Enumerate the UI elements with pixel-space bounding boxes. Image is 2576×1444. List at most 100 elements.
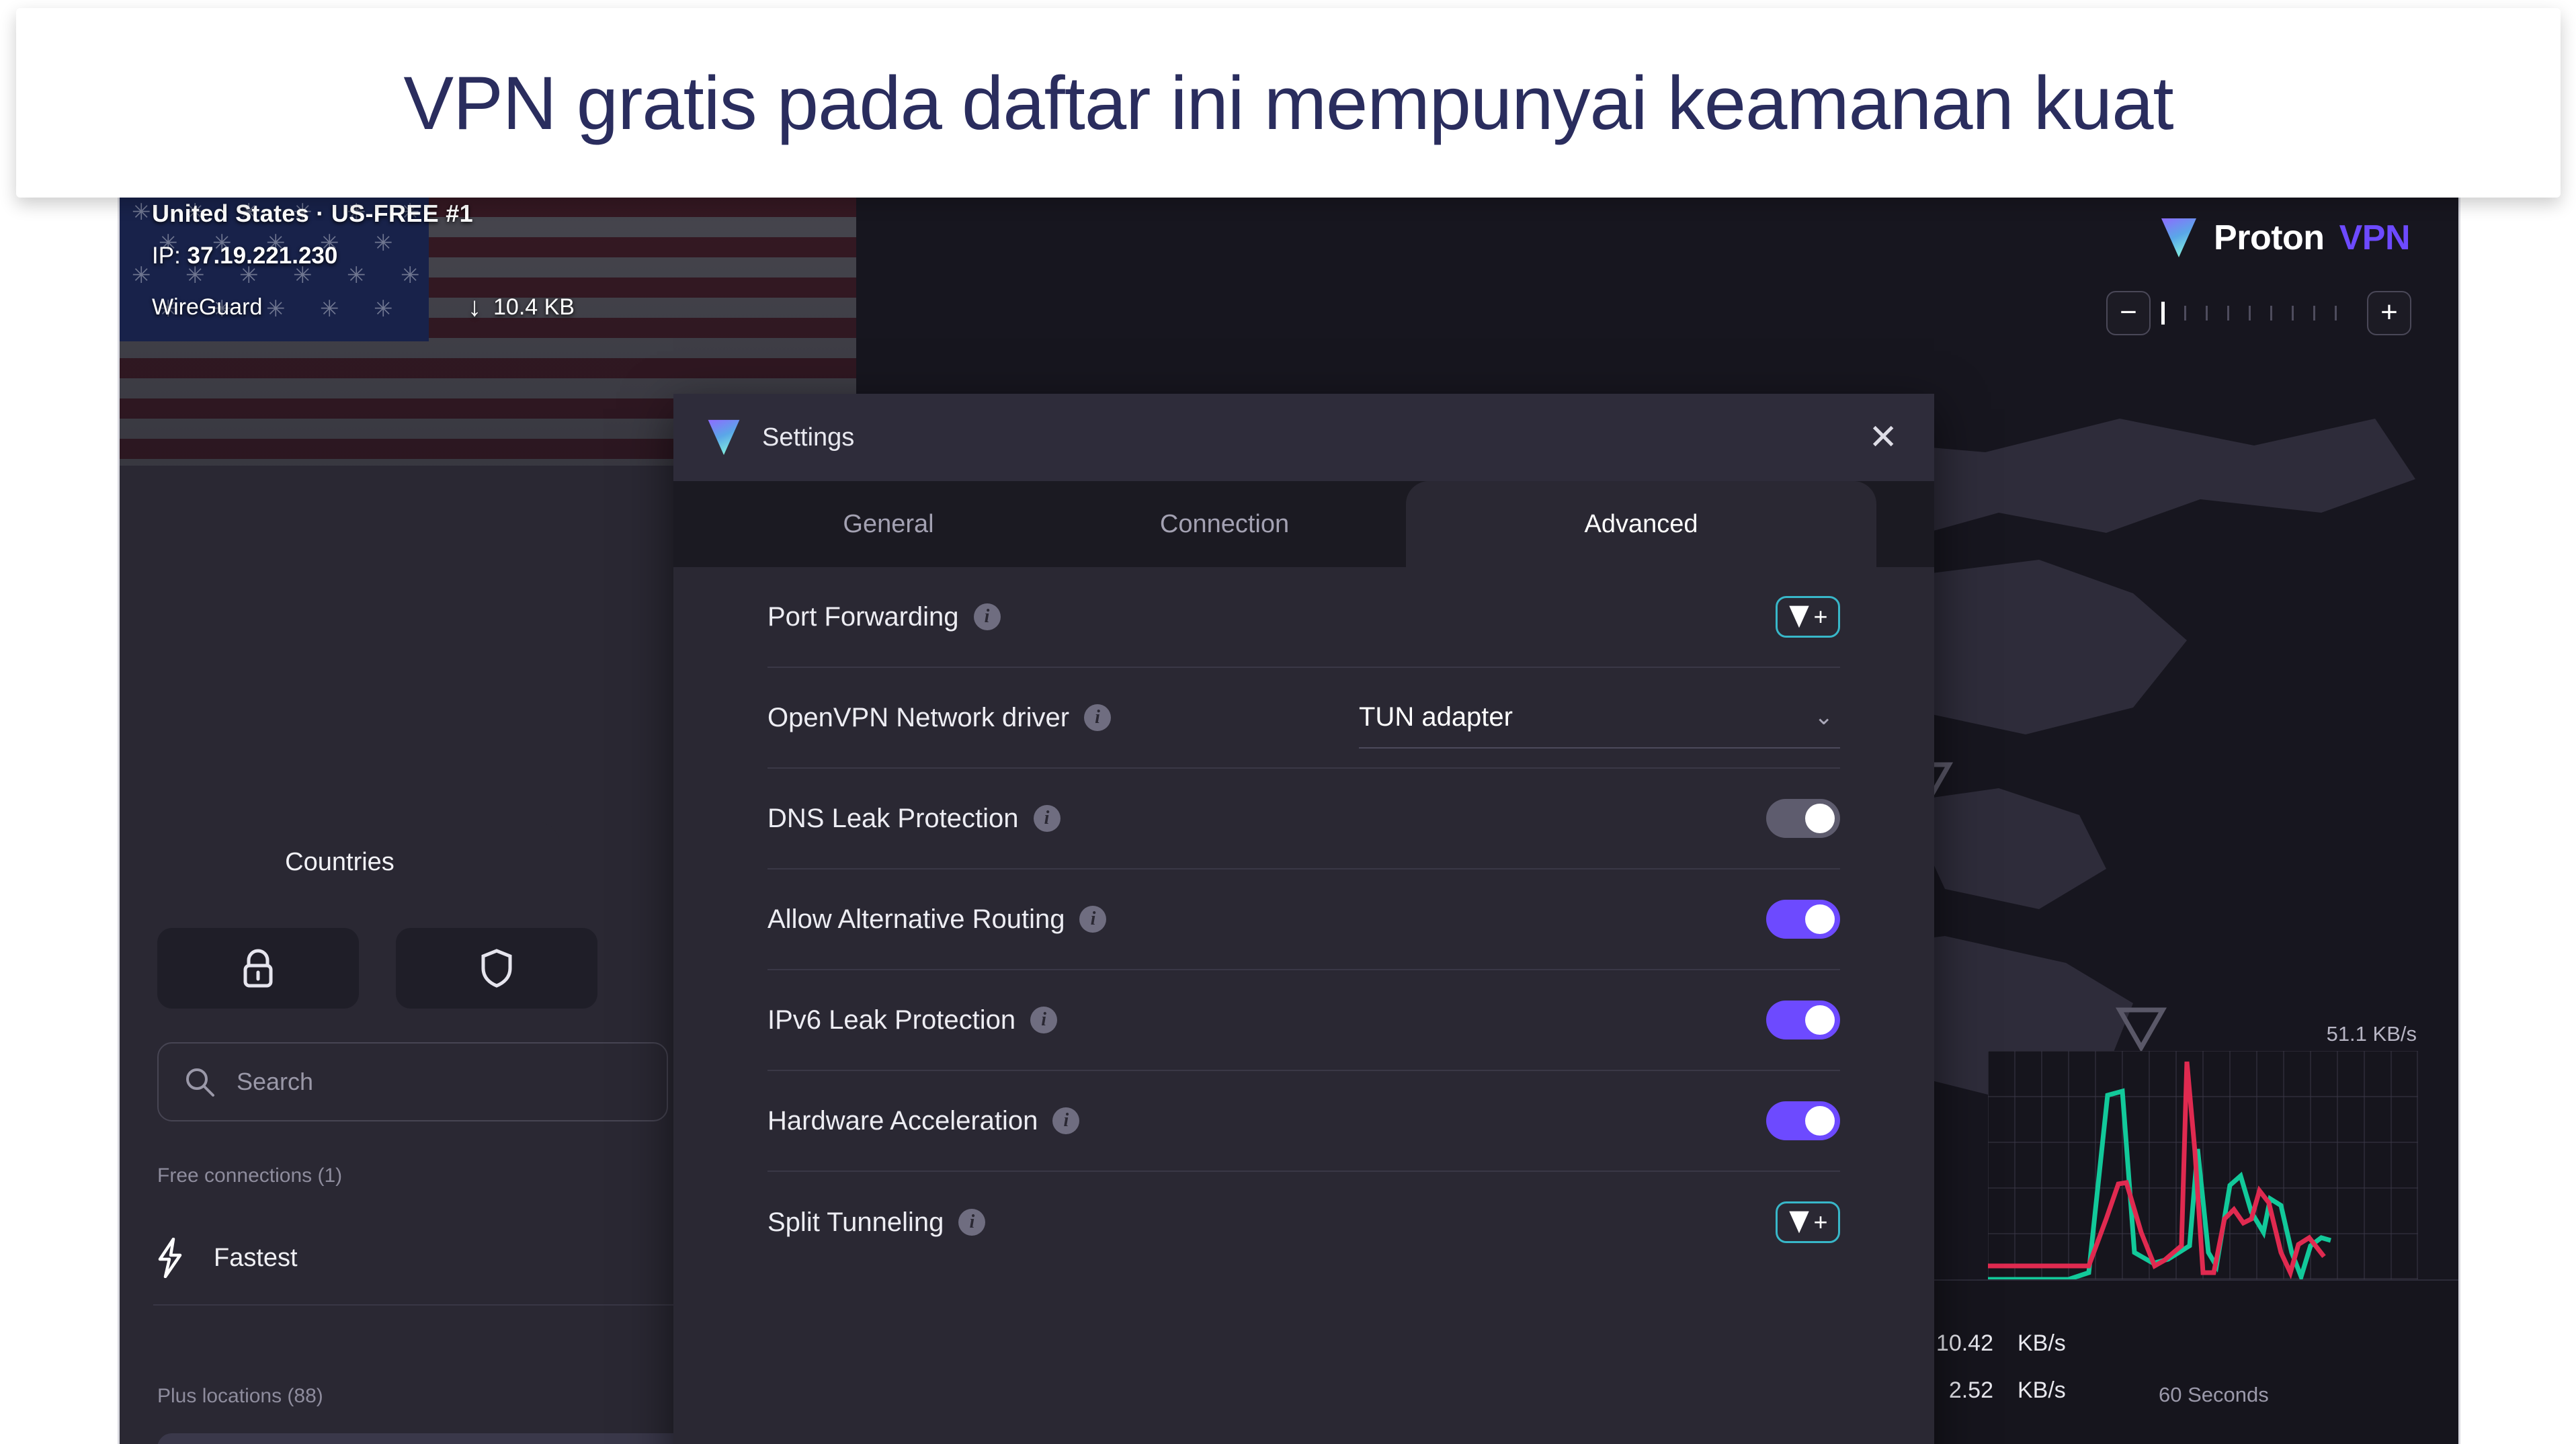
brand-name-vpn: VPN (2339, 218, 2411, 257)
graph-max-label: 51.1 KB/s (2326, 1022, 2417, 1046)
proton-logo-icon (1789, 605, 1810, 628)
get-worldwide-coverage-card[interactable]: Get worldwide coverage (157, 1433, 762, 1444)
settings-dialog-header: Settings ✕ (673, 394, 1934, 481)
setting-control (1766, 1101, 1840, 1140)
openvpn-driver-value: TUN adapter (1359, 702, 1513, 732)
info-icon[interactable]: i (1052, 1107, 1080, 1134)
setting-label-allow-alternative-routing: Allow Alternative Routing (767, 904, 1065, 934)
setting-label-hardware-acceleration: Hardware Acceleration (767, 1105, 1038, 1136)
toggle-knob (1805, 904, 1835, 934)
zoom-tick (2292, 306, 2294, 321)
ip-value: 37.19.221.230 (187, 243, 338, 269)
zoom-tick (2313, 306, 2315, 321)
speed-graph (1988, 1051, 2418, 1279)
setting-control: + (1776, 596, 1840, 638)
settings-tabs: General Connection Advanced (673, 481, 1934, 567)
toggle-hardware-acceleration[interactable] (1766, 1101, 1840, 1140)
info-icon[interactable]: i (1084, 704, 1112, 731)
connection-download: ↓ 10.4 KB (468, 294, 575, 321)
setting-row-split-tunneling: Split Tunneling i + (767, 1172, 1840, 1273)
secure-core-pill[interactable] (157, 928, 359, 1009)
lock-icon (243, 949, 273, 988)
openvpn-driver-select[interactable]: TUN adapter ⌄ (1359, 687, 1840, 749)
info-icon[interactable]: i (958, 1209, 986, 1236)
up-speed-unit: KB/s (2018, 1377, 2066, 1403)
tab-countries-label: Countries (285, 847, 394, 876)
fastest-label: Fastest (214, 1243, 298, 1272)
toggle-ipv6-leak-protection[interactable] (1766, 1001, 1840, 1039)
lightning-icon (158, 1238, 182, 1278)
proton-logo-icon (2161, 218, 2197, 257)
zoom-tick (2206, 306, 2208, 321)
shield-icon (481, 949, 512, 988)
zoom-tick (2227, 306, 2229, 321)
netshield-pill[interactable] (396, 928, 597, 1009)
toggle-knob (1805, 804, 1835, 833)
zoom-tick (2335, 306, 2337, 321)
plus-glyph: + (1813, 603, 1828, 630)
tab-general[interactable]: General (734, 481, 1043, 567)
zoom-slider-track[interactable] (2161, 302, 2356, 325)
toggle-allow-alternative-routing[interactable] (1766, 900, 1840, 939)
info-icon[interactable]: i (1079, 906, 1107, 933)
feature-pill-row (157, 928, 597, 1009)
setting-label-ipv6-leak-protection: IPv6 Leak Protection (767, 1005, 1016, 1035)
setting-row-openvpn-network-driver: OpenVPN Network driver i TUN adapter ⌄ (767, 668, 1840, 769)
toggle-knob (1805, 1106, 1835, 1136)
proton-plus-badge[interactable]: + (1776, 596, 1840, 638)
setting-row-port-forwarding: Port Forwarding i + (767, 567, 1840, 668)
tab-advanced[interactable]: Advanced (1406, 481, 1876, 567)
ip-prefix: IP: (152, 243, 188, 269)
connection-protocol: WireGuard (152, 294, 263, 320)
zoom-tick-current (2161, 302, 2165, 325)
plus-glyph: + (1813, 1208, 1828, 1236)
download-arrow-icon: ↓ (468, 292, 481, 322)
info-icon[interactable]: i (1030, 1007, 1058, 1033)
brand-name-proton: Proton (2214, 218, 2325, 257)
proton-plus-badge[interactable]: + (1776, 1201, 1840, 1243)
setting-control (1766, 900, 1840, 939)
setting-row-ipv6-leak-protection: IPv6 Leak Protection i (767, 970, 1840, 1071)
setting-label-port-forwarding: Port Forwarding (767, 601, 959, 632)
zoom-tick (2249, 306, 2251, 321)
settings-title: Settings (762, 423, 855, 452)
setting-control (1766, 799, 1840, 838)
setting-row-dns-leak-protection: DNS Leak Protection i (767, 769, 1840, 869)
setting-control: + (1776, 1201, 1840, 1243)
connection-ip: IP: 37.19.221.230 (152, 228, 824, 269)
tab-connection[interactable]: Connection (1063, 481, 1386, 567)
zoom-tick (2270, 306, 2272, 321)
protonvpn-app-window: Proton VPN − + 51.1 KB/s 10.42 KB/s 2.52… (120, 197, 2458, 1444)
brand-logo: Proton VPN (2159, 216, 2411, 260)
setting-label-dns-leak-protection: DNS Leak Protection (767, 803, 1019, 833)
proton-logo-icon (1789, 1211, 1810, 1234)
map-zoom-control[interactable]: − + (2106, 291, 2411, 335)
setting-label-split-tunneling: Split Tunneling (767, 1207, 944, 1237)
zoom-in-button[interactable]: + (2367, 291, 2411, 335)
connection-protocol-row: WireGuard ↓ 10.4 KB (152, 269, 824, 321)
info-icon[interactable]: i (973, 603, 1001, 630)
close-icon[interactable]: ✕ (1868, 420, 1898, 455)
free-connections-label: Free connections (1) (157, 1164, 343, 1187)
zoom-out-button[interactable]: − (2106, 291, 2151, 335)
search-placeholder: Search (237, 1068, 314, 1095)
settings-dialog: Settings ✕ General Connection Advanced P… (673, 394, 1934, 1444)
download-amount: 10.4 KB (493, 294, 575, 320)
headline-text: VPN gratis pada daftar ini mempunyai kea… (403, 60, 2173, 145)
setting-row-allow-alternative-routing: Allow Alternative Routing i (767, 869, 1840, 970)
info-icon[interactable]: i (1033, 805, 1061, 832)
chevron-down-icon: ⌄ (1814, 704, 1834, 730)
setting-row-hardware-acceleration: Hardware Acceleration i (767, 1071, 1840, 1172)
search-icon (186, 1068, 214, 1097)
connection-info: United States · US-FREE #1 IP: 37.19.221… (152, 197, 824, 321)
proton-logo-icon (708, 419, 740, 456)
search-input[interactable]: Search (157, 1042, 668, 1121)
connection-server-label: United States · US-FREE #1 (152, 200, 473, 227)
tab-countries[interactable]: Countries (120, 822, 560, 902)
settings-advanced-panel: Port Forwarding i + OpenVPN Network driv… (673, 567, 1934, 1444)
plus-locations-label: Plus locations (88) (157, 1385, 323, 1407)
toggle-dns-leak-protection[interactable] (1766, 799, 1840, 838)
graph-time-axis-label: 60 Seconds (2159, 1383, 2269, 1406)
toggle-knob (1805, 1005, 1835, 1035)
down-speed-unit: KB/s (2018, 1330, 2066, 1356)
